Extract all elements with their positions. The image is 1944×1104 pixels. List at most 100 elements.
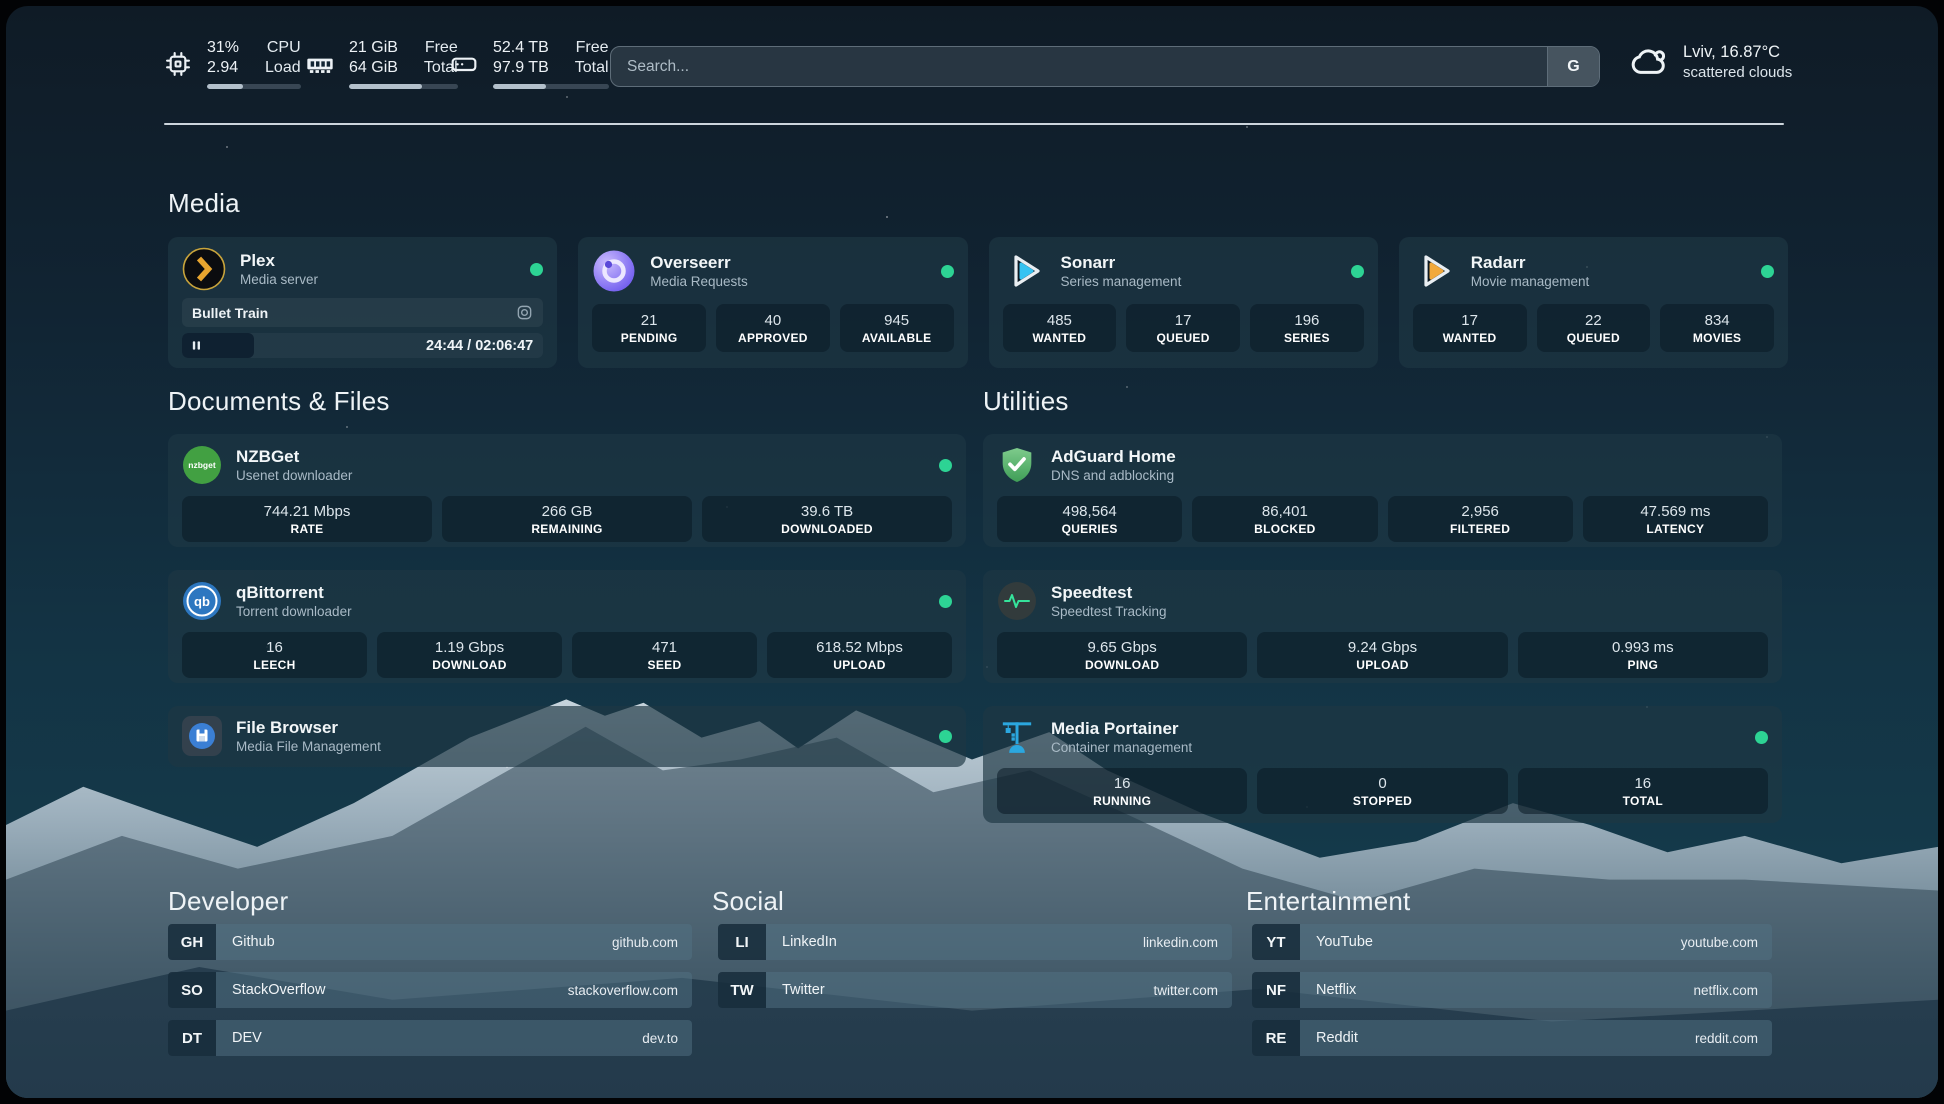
weather-location-temp: Lviv, 16.87°C — [1683, 41, 1792, 63]
bookmark-name: Netflix — [1300, 982, 1693, 998]
section-title-utilities: Utilities — [983, 386, 1069, 417]
memory-total: 64 GiB — [349, 58, 398, 78]
disk-widget: 52.4 TB 97.9 TB Free Total — [448, 38, 609, 89]
stat-download: 9.65 GbpsDOWNLOAD — [997, 632, 1247, 678]
bookmark-linkedin[interactable]: LI LinkedIn linkedin.com — [718, 924, 1232, 960]
bookmark-dev[interactable]: DT DEV dev.to — [168, 1020, 692, 1056]
search-input[interactable] — [611, 47, 1547, 86]
app-name: AdGuard Home — [1051, 446, 1176, 467]
stat-upload: 618.52 MbpsUPLOAD — [767, 632, 952, 678]
cpu-chip-icon — [162, 48, 194, 80]
status-dot — [1351, 265, 1364, 278]
bookmark-url: stackoverflow.com — [568, 983, 692, 998]
app-card-adguard[interactable]: AdGuard Home DNS and adblocking 498,564Q… — [983, 434, 1782, 547]
svg-text:qb: qb — [194, 594, 210, 609]
stat-approved: 40APPROVED — [716, 304, 830, 352]
portainer-icon — [997, 717, 1037, 757]
app-card-filebrowser[interactable]: File Browser Media File Management — [168, 706, 966, 767]
app-name: Plex — [240, 250, 318, 271]
weather-condition: scattered clouds — [1683, 63, 1792, 82]
app-subtitle: Media server — [240, 271, 318, 289]
pause-icon — [191, 340, 202, 351]
stat-rate: 744.21 MbpsRATE — [182, 496, 432, 542]
bookmark-url: github.com — [612, 935, 692, 950]
adguard-icon — [997, 445, 1037, 485]
app-name: Sonarr — [1061, 252, 1182, 273]
status-dot — [941, 265, 954, 278]
bookmark-youtube[interactable]: YT YouTube youtube.com — [1252, 924, 1772, 960]
stat-downloaded: 39.6 TBDOWNLOADED — [702, 496, 952, 542]
cpu-load: 2.94 — [207, 58, 239, 78]
app-subtitle: Torrent downloader — [236, 603, 352, 621]
section-title-developer: Developer — [168, 886, 288, 917]
app-card-qbittorrent[interactable]: qb qBittorrent Torrent downloader 16LEEC… — [168, 570, 966, 683]
bookmark-stackoverflow[interactable]: SO StackOverflow stackoverflow.com — [168, 972, 692, 1008]
stream-icon — [516, 304, 533, 321]
stat-available: 945AVAILABLE — [840, 304, 954, 352]
stat-wanted: 485WANTED — [1003, 304, 1117, 352]
disk-total: 97.9 TB — [493, 58, 549, 78]
stat-wanted: 17WANTED — [1413, 304, 1527, 352]
playback-time: 24:44 / 02:06:47 — [426, 338, 543, 354]
stat-total: 16TOTAL — [1518, 768, 1768, 814]
bookmark-reddit[interactable]: RE Reddit reddit.com — [1252, 1020, 1772, 1056]
app-card-radarr[interactable]: Radarr Movie management 17WANTED 22QUEUE… — [1399, 237, 1788, 368]
plex-icon — [182, 247, 226, 291]
app-card-nzbget[interactable]: nzbget NZBGet Usenet downloader 744.21 M… — [168, 434, 966, 547]
playback-progress: 24:44 / 02:06:47 — [182, 333, 543, 358]
radarr-icon — [1413, 249, 1457, 293]
bookmark-github[interactable]: GH Github github.com — [168, 924, 692, 960]
qbittorrent-icon: qb — [182, 581, 222, 621]
cpu-widget: 31% 2.94 CPU Load — [162, 38, 301, 89]
cpu-progress-bar — [207, 84, 301, 89]
bookmark-twitter[interactable]: TW Twitter twitter.com — [718, 972, 1232, 1008]
bookmark-name: Github — [216, 934, 612, 950]
bookmark-name: Reddit — [1300, 1030, 1695, 1046]
stat-stopped: 0STOPPED — [1257, 768, 1507, 814]
status-dot — [939, 595, 952, 608]
bookmark-abbr: NF — [1252, 972, 1300, 1008]
bookmark-abbr: YT — [1252, 924, 1300, 960]
bookmark-abbr: TW — [718, 972, 766, 1008]
bookmark-url: reddit.com — [1695, 1031, 1772, 1046]
nzbget-icon: nzbget — [182, 445, 222, 485]
search-engine-button[interactable]: G — [1547, 47, 1599, 86]
stat-download: 1.19 GbpsDOWNLOAD — [377, 632, 562, 678]
bookmark-abbr: SO — [168, 972, 216, 1008]
bookmark-name: Twitter — [766, 982, 1153, 998]
app-subtitle: Series management — [1061, 273, 1182, 291]
bookmark-abbr: DT — [168, 1020, 216, 1056]
overseerr-icon — [592, 249, 636, 293]
status-dot — [1755, 731, 1768, 744]
status-dot — [1761, 265, 1774, 278]
bookmark-abbr: RE — [1252, 1020, 1300, 1056]
app-name: Overseerr — [650, 252, 748, 273]
app-card-speedtest[interactable]: Speedtest Speedtest Tracking 9.65 GbpsDO… — [983, 570, 1782, 683]
bookmark-netflix[interactable]: NF Netflix netflix.com — [1252, 972, 1772, 1008]
bookmarks-developer: GH Github github.com SO StackOverflow st… — [168, 924, 692, 1068]
bookmarks-social: LI LinkedIn linkedin.com TW Twitter twit… — [718, 924, 1232, 1020]
section-title-social: Social — [712, 886, 784, 917]
stat-leech: 16LEECH — [182, 632, 367, 678]
dashboard: 31% 2.94 CPU Load 21 GiB 64 GiB Free — [6, 6, 1938, 1098]
app-subtitle: Container management — [1051, 739, 1192, 757]
svg-text:nzbget: nzbget — [188, 460, 216, 470]
app-card-plex[interactable]: Plex Media server Bullet Train — [168, 237, 557, 368]
bookmarks-entertainment: YT YouTube youtube.com NF Netflix netfli… — [1252, 924, 1772, 1068]
app-card-sonarr[interactable]: Sonarr Series management 485WANTED 17QUE… — [989, 237, 1378, 368]
stat-filtered: 2,956FILTERED — [1388, 496, 1573, 542]
app-subtitle: Usenet downloader — [236, 467, 352, 485]
app-subtitle: Movie management — [1471, 273, 1590, 291]
stat-blocked: 86,401BLOCKED — [1192, 496, 1377, 542]
stat-ping: 0.993 msPING — [1518, 632, 1768, 678]
app-name: Speedtest — [1051, 582, 1167, 603]
cpu-usage: 31% — [207, 38, 239, 58]
app-card-overseerr[interactable]: Overseerr Media Requests 21PENDING 40APP… — [578, 237, 967, 368]
bookmark-name: DEV — [216, 1030, 642, 1046]
now-playing-row: Bullet Train — [182, 298, 543, 327]
app-card-portainer[interactable]: Media Portainer Container management 16R… — [983, 706, 1782, 823]
now-playing-title: Bullet Train — [192, 305, 268, 321]
disk-total-label: Total — [575, 58, 609, 78]
bookmark-url: dev.to — [642, 1031, 692, 1046]
status-dot — [939, 459, 952, 472]
